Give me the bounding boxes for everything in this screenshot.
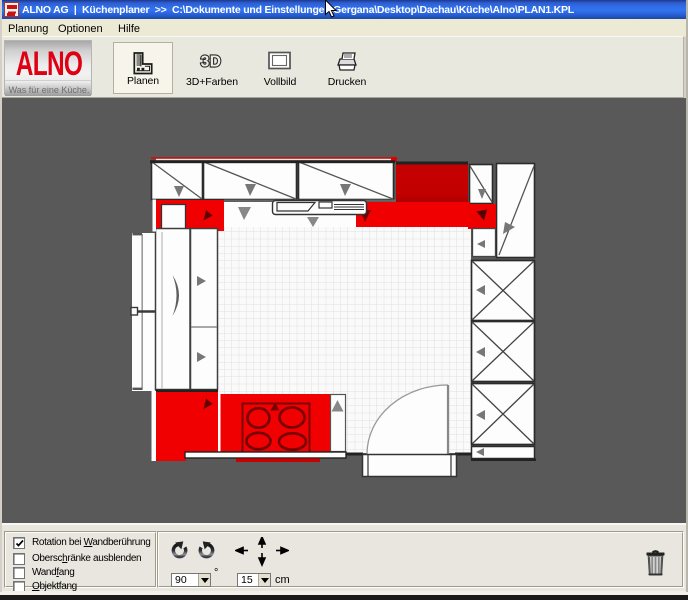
- svg-text:3D: 3D: [201, 54, 222, 71]
